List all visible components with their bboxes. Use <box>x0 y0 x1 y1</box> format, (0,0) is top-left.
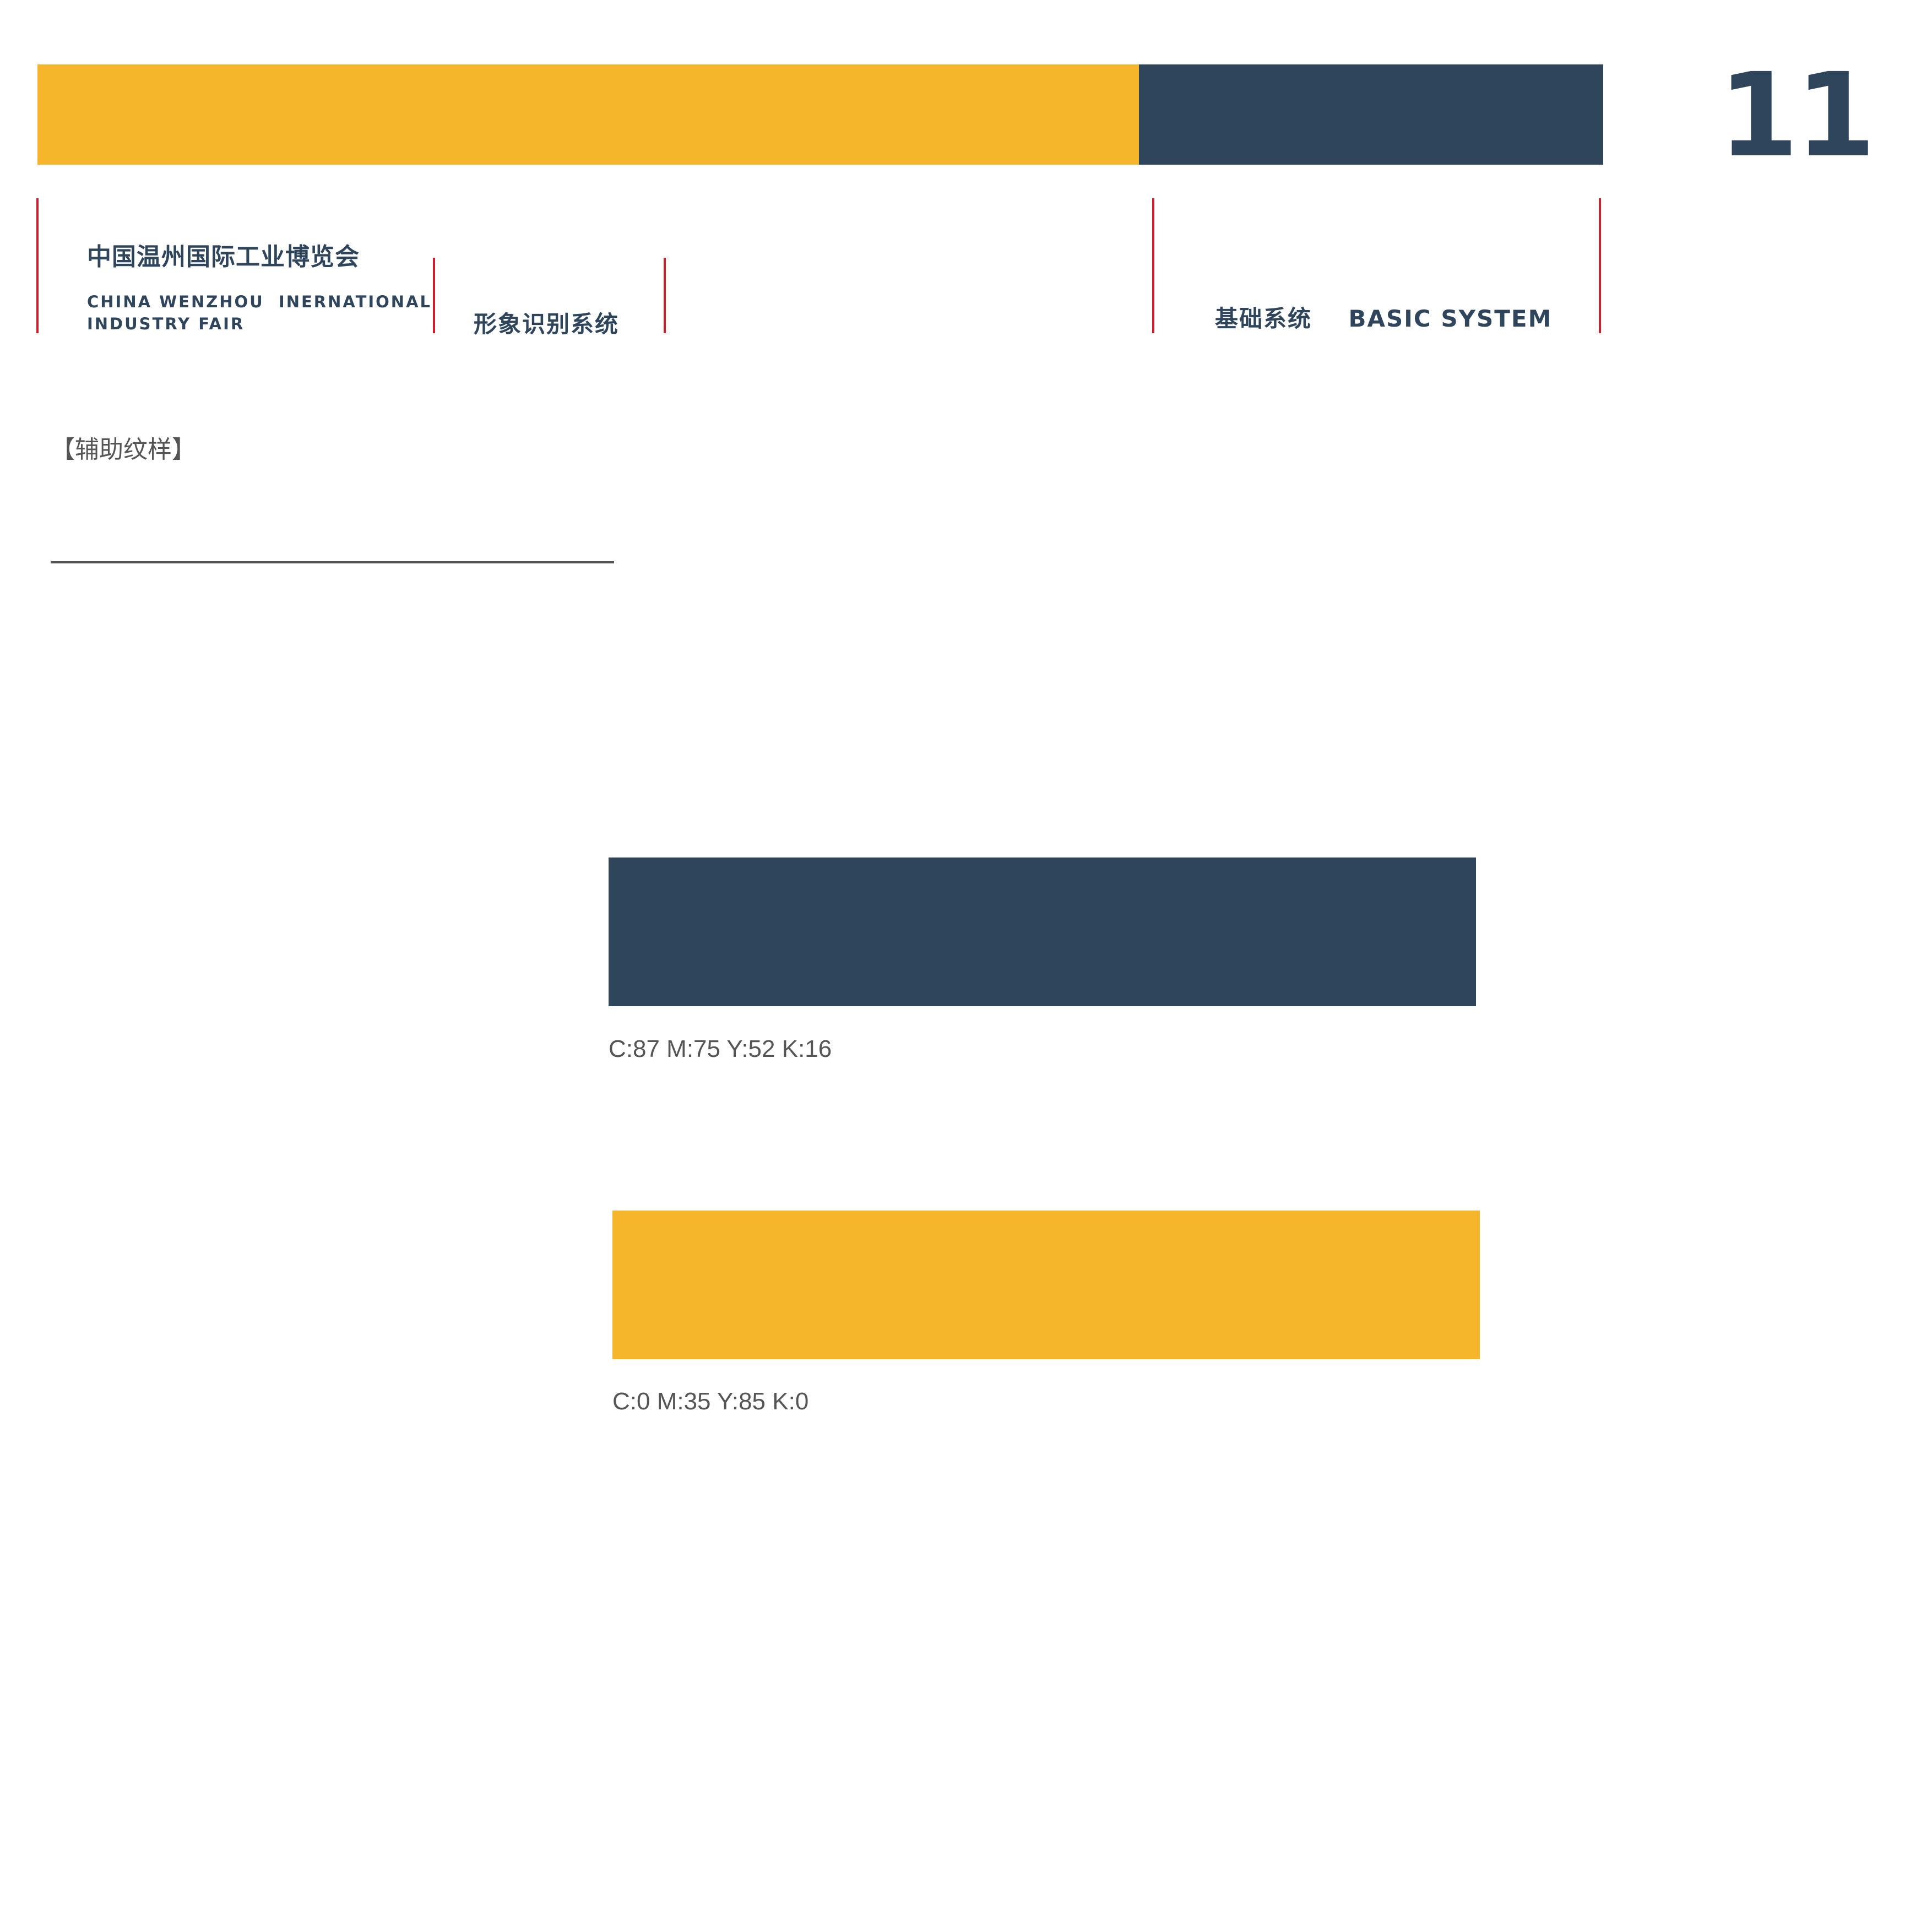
header-bar-navy <box>1139 64 1603 165</box>
divider-section-left <box>1152 198 1154 333</box>
swatch-navy <box>609 858 1476 1006</box>
divider-mid-left <box>433 258 435 333</box>
brand-cn-name: 中国温州国际工业博览会 <box>87 243 360 271</box>
label-underline <box>51 561 614 563</box>
divider-mid-right <box>664 258 666 333</box>
divider-section-right <box>1599 198 1601 333</box>
swatch-yellow-cmyk: C:0 M:35 Y:85 K:0 <box>612 1388 809 1415</box>
divider-left <box>36 198 39 333</box>
brand-en-line2: INDUSTRY FAIR <box>87 314 245 333</box>
page-number: 11 <box>1718 48 1876 183</box>
manual-title: 形象识别系统 <box>474 311 620 338</box>
brand-en-name: CHINA WENZHOU INERNATIONAL INDUSTRY FAIR <box>87 291 432 335</box>
brand-en-line1: CHINA WENZHOU INERNATIONAL <box>87 292 432 311</box>
swatch-yellow <box>612 1211 1480 1359</box>
swatch-navy-cmyk: C:87 M:75 Y:52 K:16 <box>609 1035 832 1062</box>
section-title: 基础系统 BASIC SYSTEM <box>1215 305 1553 332</box>
header-bar-yellow <box>37 64 1139 165</box>
content-label: 【辅助纹样】 <box>51 436 196 464</box>
